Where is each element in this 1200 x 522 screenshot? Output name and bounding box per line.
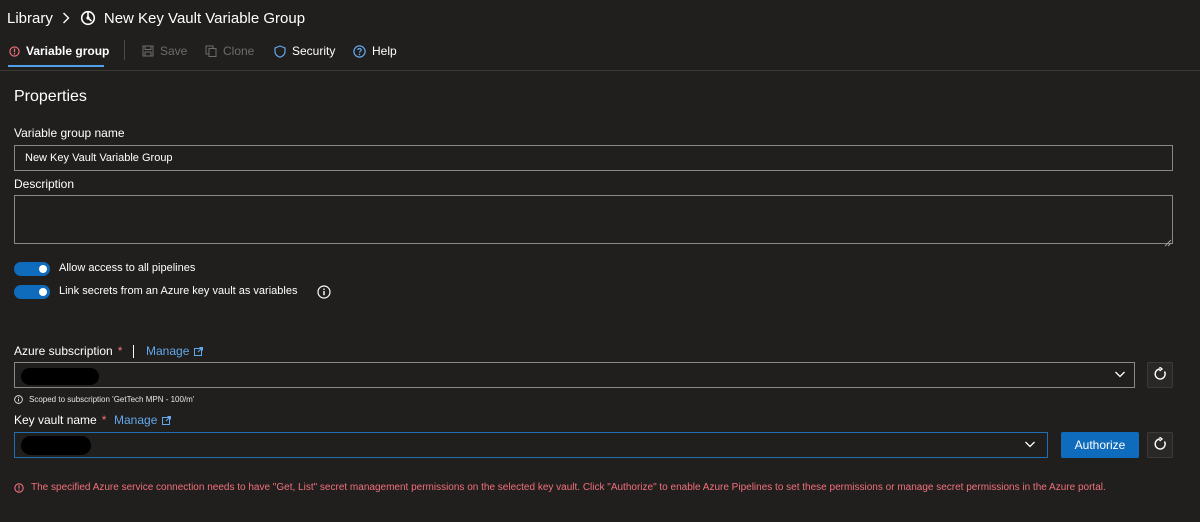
toggle-knob bbox=[39, 288, 47, 296]
clone-icon bbox=[205, 45, 217, 57]
clone-label: Clone bbox=[223, 44, 255, 58]
toolbar-divider bbox=[124, 40, 125, 60]
description-textarea[interactable] bbox=[14, 195, 1173, 244]
refresh-key-vaults-button[interactable] bbox=[1147, 432, 1173, 458]
help-icon bbox=[353, 44, 366, 58]
variable-group-name-label: Variable group name bbox=[14, 126, 125, 140]
help-label: Help bbox=[372, 44, 397, 58]
error-circle-icon bbox=[14, 482, 24, 493]
info-icon[interactable] bbox=[317, 285, 331, 302]
shield-icon bbox=[274, 44, 286, 58]
chevron-right-icon bbox=[62, 12, 70, 24]
manage-subscription-link[interactable]: Manage bbox=[146, 344, 204, 358]
key-vault-label-group: Key vault name * bbox=[14, 413, 106, 427]
chevron-down-icon bbox=[1114, 368, 1126, 380]
allow-access-label: Allow access to all pipelines bbox=[59, 262, 196, 274]
breadcrumb: Library New Key Vault Variable Group bbox=[7, 8, 305, 28]
breadcrumb-library[interactable]: Library bbox=[7, 10, 53, 27]
active-tab-indicator bbox=[8, 65, 104, 67]
manage-key-vault-link[interactable]: Manage bbox=[114, 413, 172, 427]
tab-variable-group[interactable]: Variable group bbox=[9, 38, 109, 64]
help-button[interactable]: Help bbox=[353, 38, 397, 64]
chevron-down-icon bbox=[1024, 438, 1036, 450]
clone-button[interactable]: Clone bbox=[205, 38, 254, 64]
redacted-value bbox=[21, 368, 99, 385]
azure-subscription-dropdown[interactable] bbox=[14, 362, 1135, 388]
toggle-knob bbox=[39, 265, 47, 273]
authorize-button[interactable]: Authorize bbox=[1061, 432, 1139, 458]
refresh-icon bbox=[1153, 365, 1167, 384]
error-circle-icon bbox=[9, 45, 20, 57]
security-label: Security bbox=[292, 44, 336, 58]
redacted-value bbox=[21, 436, 91, 455]
manage-key-vault-label: Manage bbox=[114, 413, 158, 427]
label-separator bbox=[133, 345, 134, 358]
refresh-icon bbox=[1153, 435, 1167, 454]
info-icon bbox=[14, 395, 23, 404]
required-indicator: * bbox=[101, 413, 107, 427]
link-secrets-label: Link secrets from an Azure key vault as … bbox=[59, 285, 298, 297]
external-link-icon bbox=[162, 415, 172, 425]
description-label: Description bbox=[14, 177, 75, 191]
scope-hint-text: Scoped to subscription 'GetTech MPN - 10… bbox=[29, 395, 195, 404]
variable-group-icon bbox=[80, 10, 96, 26]
azure-subscription-label: Azure subscription bbox=[14, 344, 113, 358]
properties-heading: Properties bbox=[14, 88, 87, 105]
manage-subscription-label: Manage bbox=[146, 344, 190, 358]
allow-access-toggle[interactable] bbox=[14, 262, 50, 276]
permissions-error-text: The specified Azure service connection n… bbox=[31, 482, 1106, 493]
save-icon bbox=[142, 45, 154, 57]
breadcrumb-current: New Key Vault Variable Group bbox=[103, 9, 306, 27]
link-secrets-toggle[interactable] bbox=[14, 285, 50, 299]
refresh-subscriptions-button[interactable] bbox=[1147, 362, 1173, 388]
resize-grip-icon[interactable] bbox=[1164, 236, 1172, 247]
save-label: Save bbox=[160, 44, 188, 58]
external-link-icon bbox=[194, 346, 204, 356]
header-divider bbox=[0, 70, 1200, 71]
key-vault-dropdown[interactable] bbox=[14, 432, 1048, 458]
tab-variable-group-label: Variable group bbox=[26, 44, 110, 58]
azure-subscription-label-group: Azure subscription * bbox=[14, 344, 122, 358]
permissions-error: The specified Azure service connection n… bbox=[14, 482, 1106, 493]
variable-group-name-input[interactable] bbox=[14, 145, 1173, 171]
required-indicator: * bbox=[117, 344, 123, 358]
toolbar: Variable group Save Clone Security Help bbox=[0, 38, 1200, 70]
save-button[interactable]: Save bbox=[142, 38, 187, 64]
scope-hint: Scoped to subscription 'GetTech MPN - 10… bbox=[14, 395, 194, 404]
security-button[interactable]: Security bbox=[274, 38, 335, 64]
key-vault-label: Key vault name bbox=[14, 413, 97, 427]
